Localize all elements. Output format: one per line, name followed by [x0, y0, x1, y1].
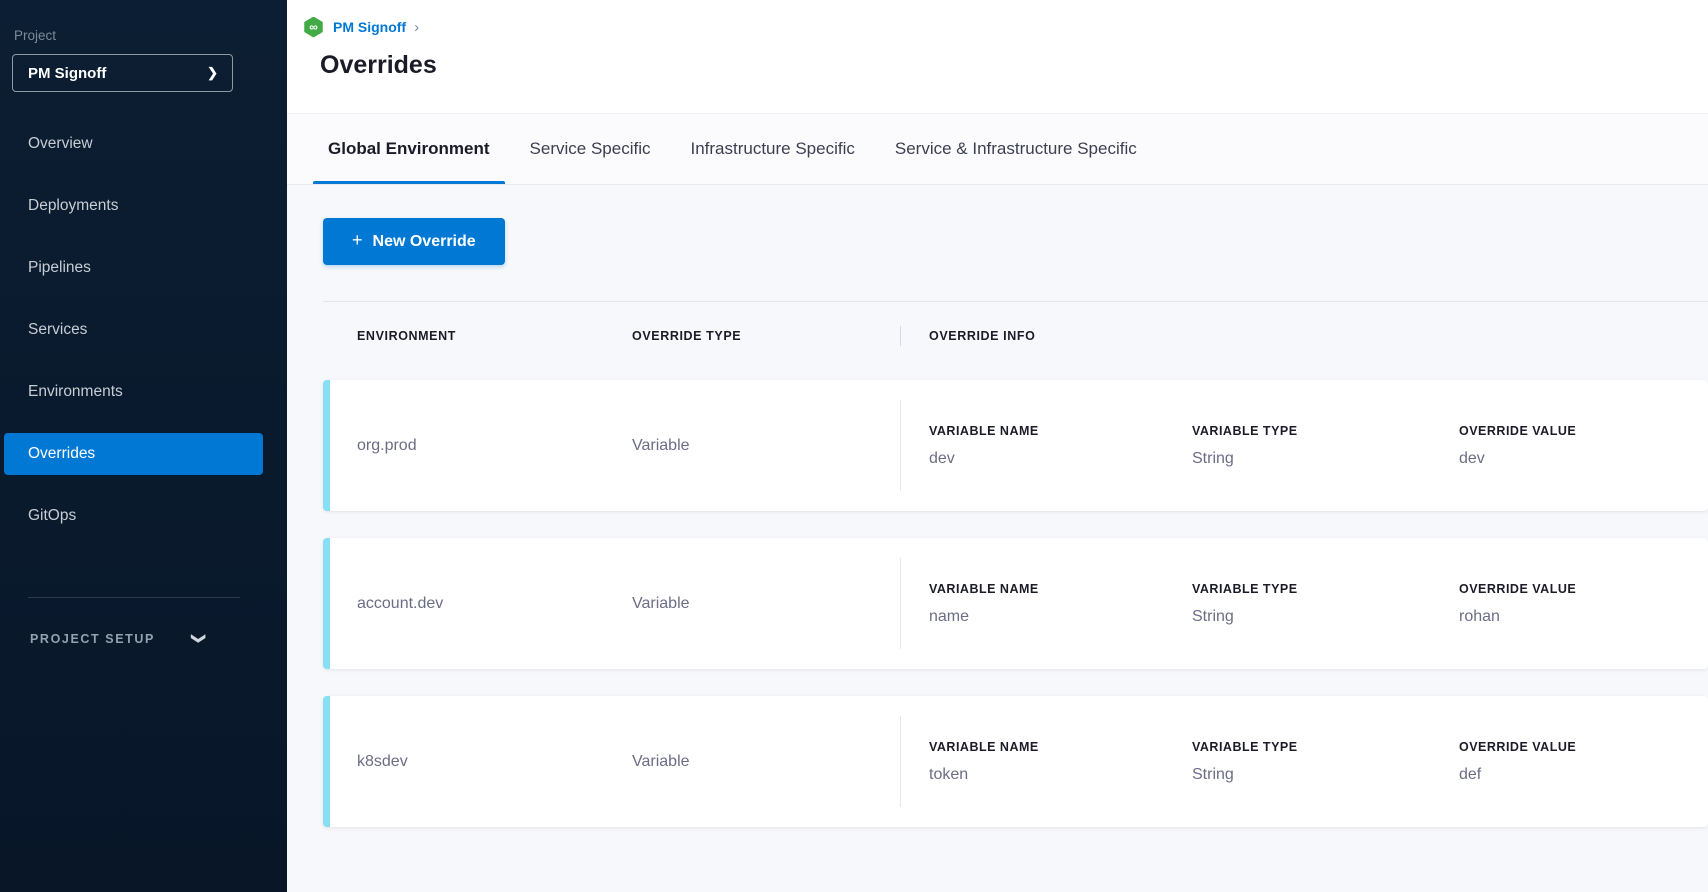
variable-name-value: dev: [929, 450, 1192, 468]
project-selector[interactable]: PM Signoff ❯: [12, 54, 233, 92]
project-selector-value: PM Signoff: [28, 65, 106, 82]
breadcrumb-project-link[interactable]: PM Signoff: [333, 19, 406, 35]
tab-bar: Global Environment Service Specific Infr…: [287, 113, 1708, 185]
row-override-type: Variable: [632, 380, 900, 511]
plus-icon: +: [352, 230, 363, 251]
sidebar-item-label: Environments: [28, 383, 123, 401]
row-environment: k8sdev: [357, 696, 632, 827]
override-value-value: def: [1459, 766, 1708, 784]
row-override-info: VARIABLE NAME dev VARIABLE TYPE String O…: [900, 400, 1708, 491]
sidebar-item-label: Overview: [28, 135, 93, 153]
tab[interactable]: Infrastructure Specific: [675, 114, 869, 184]
sidebar-item[interactable]: Pipelines: [4, 247, 263, 289]
tab[interactable]: Global Environment: [313, 114, 505, 184]
content-area: + New Override ENVIRONMENT OVERRIDE TYPE…: [287, 185, 1708, 892]
sidebar-item[interactable]: Overrides: [4, 433, 263, 475]
new-override-button-label: New Override: [373, 233, 476, 251]
column-header-environment: ENVIRONMENT: [357, 329, 632, 343]
tab-label: Service Specific: [530, 139, 651, 159]
row-override-info: VARIABLE NAME name VARIABLE TYPE String …: [900, 558, 1708, 649]
override-value-label: OVERRIDE VALUE: [1459, 740, 1708, 754]
main-area: ∞ PM Signoff › Overrides Global Environm…: [287, 0, 1708, 892]
sidebar-item-label: Services: [28, 321, 87, 339]
sidebar: Project PM Signoff ❯ Overview Deployment…: [0, 0, 287, 892]
sidebar-divider: [28, 597, 240, 598]
sidebar-item-label: Deployments: [28, 197, 118, 215]
override-value-label: OVERRIDE VALUE: [1459, 582, 1708, 596]
sidebar-item[interactable]: Deployments: [4, 185, 263, 227]
variable-type-value: String: [1192, 608, 1459, 626]
sidebar-item[interactable]: Environments: [4, 371, 263, 413]
row-environment: account.dev: [357, 538, 632, 669]
variable-name-value: name: [929, 608, 1192, 626]
page-title: Overrides: [320, 51, 1708, 80]
variable-name-label: VARIABLE NAME: [929, 424, 1192, 438]
sidebar-item-label: Pipelines: [28, 259, 91, 277]
row-override-info: VARIABLE NAME token VARIABLE TYPE String…: [900, 716, 1708, 807]
new-override-button[interactable]: + New Override: [323, 218, 505, 265]
sidebar-item[interactable]: Overview: [4, 123, 263, 165]
chevron-down-icon: ❯: [190, 633, 207, 645]
tab[interactable]: Service Specific: [515, 114, 666, 184]
override-row[interactable]: account.dev Variable VARIABLE NAME name …: [323, 538, 1708, 669]
tab-label: Infrastructure Specific: [690, 139, 854, 159]
app-window: Project PM Signoff ❯ Overview Deployment…: [0, 0, 1708, 892]
table-header-row: ENVIRONMENT OVERRIDE TYPE OVERRIDE INFO: [323, 326, 1708, 346]
row-override-type: Variable: [632, 696, 900, 827]
variable-type-label: VARIABLE TYPE: [1192, 424, 1459, 438]
cd-module-icon: ∞: [303, 17, 324, 38]
project-setup-label: PROJECT SETUP: [30, 632, 155, 646]
breadcrumb-separator-icon: ›: [414, 19, 419, 36]
row-environment: org.prod: [357, 380, 632, 511]
override-value-value: rohan: [1459, 608, 1708, 626]
tab-label: Service & Infrastructure Specific: [895, 139, 1137, 159]
sidebar-nav: Overview Deployments Pipelines Services …: [0, 123, 287, 537]
variable-type-label: VARIABLE TYPE: [1192, 582, 1459, 596]
sidebar-section-project-setup[interactable]: PROJECT SETUP ❯: [30, 630, 287, 647]
tab[interactable]: Service & Infrastructure Specific: [880, 114, 1152, 184]
sidebar-item-label: GitOps: [28, 507, 76, 525]
column-header-override-type: OVERRIDE TYPE: [632, 329, 900, 343]
override-list: org.prod Variable VARIABLE NAME dev VARI…: [323, 380, 1708, 827]
project-label: Project: [14, 28, 287, 43]
variable-type-label: VARIABLE TYPE: [1192, 740, 1459, 754]
variable-type-value: String: [1192, 450, 1459, 468]
page-header: ∞ PM Signoff › Overrides: [287, 0, 1708, 113]
variable-name-label: VARIABLE NAME: [929, 582, 1192, 596]
breadcrumb: ∞ PM Signoff ›: [303, 16, 1708, 38]
table-top-divider: [323, 301, 1708, 302]
tab-label: Global Environment: [328, 139, 490, 159]
sidebar-item-label: Overrides: [28, 445, 95, 463]
variable-name-label: VARIABLE NAME: [929, 740, 1192, 754]
sidebar-item[interactable]: Services: [4, 309, 263, 351]
variable-name-value: token: [929, 766, 1192, 784]
row-override-type: Variable: [632, 538, 900, 669]
chevron-right-icon: ❯: [207, 65, 218, 81]
column-header-override-info: OVERRIDE INFO: [901, 329, 1035, 343]
variable-type-value: String: [1192, 766, 1459, 784]
override-value-value: dev: [1459, 450, 1708, 468]
override-row[interactable]: org.prod Variable VARIABLE NAME dev VARI…: [323, 380, 1708, 511]
override-row[interactable]: k8sdev Variable VARIABLE NAME token VARI…: [323, 696, 1708, 827]
override-value-label: OVERRIDE VALUE: [1459, 424, 1708, 438]
sidebar-item[interactable]: GitOps: [4, 495, 263, 537]
